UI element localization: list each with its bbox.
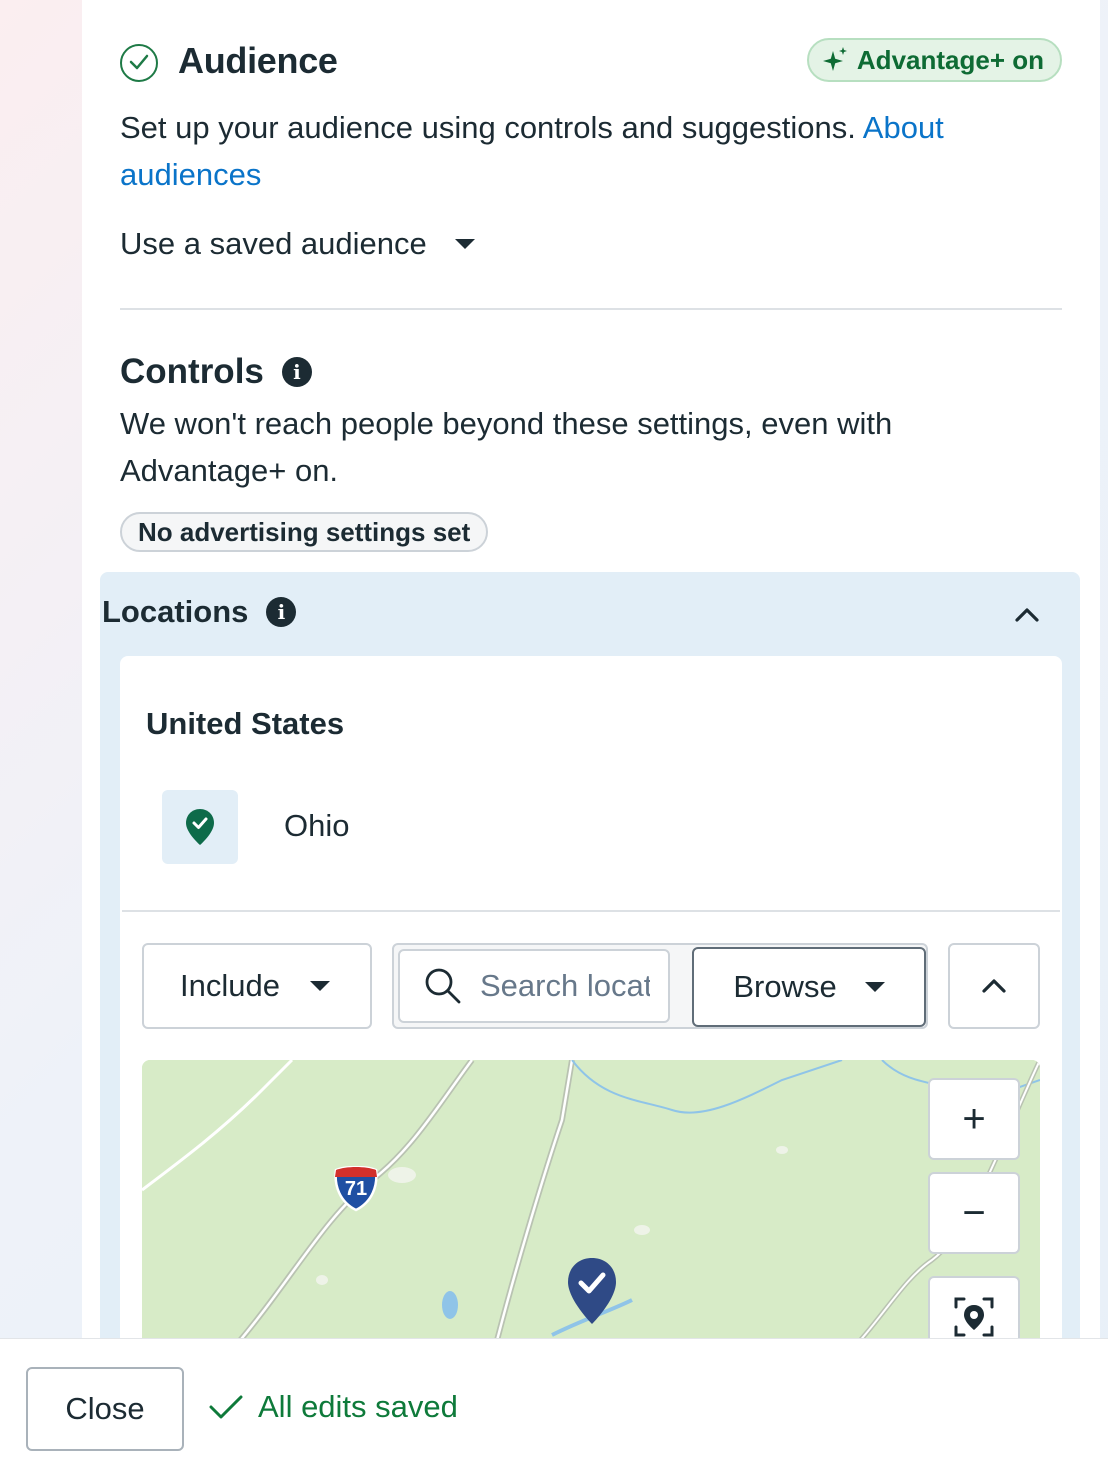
caret-down-icon	[864, 982, 885, 992]
location-search-group: Browse	[392, 943, 928, 1029]
chevron-up-icon	[982, 979, 1006, 993]
locations-heading[interactable]: Locations i	[102, 594, 297, 630]
location-search-field[interactable]	[398, 949, 670, 1023]
country-label: United States	[146, 706, 345, 741]
search-icon	[425, 968, 461, 1004]
card-divider	[122, 910, 1060, 912]
check-circle-icon	[120, 44, 158, 82]
collapse-map-button[interactable]	[948, 943, 1040, 1029]
info-icon[interactable]: i	[266, 597, 297, 627]
advantage-plus-label: Advantage+ on	[856, 44, 1044, 75]
zoom-in-button[interactable]: +	[928, 1078, 1020, 1160]
saved-audience-label: Use a saved audience	[120, 226, 427, 261]
save-status-label: All edits saved	[258, 1389, 458, 1424]
advantage-plus-badge[interactable]: Advantage+ on	[806, 38, 1062, 82]
include-dropdown[interactable]: Include	[142, 943, 372, 1029]
audience-panel: Audience Advantage+ on Set up your audie…	[82, 0, 1100, 1340]
checkmark-icon	[209, 1395, 243, 1419]
plus-icon: +	[962, 1097, 986, 1141]
selected-location-marker-icon[interactable]	[566, 1256, 618, 1326]
caret-down-icon	[309, 981, 330, 991]
include-label: Include	[180, 968, 280, 1003]
locations-title: Locations	[102, 594, 249, 629]
caret-down-icon	[454, 239, 475, 249]
no-advertising-settings-badge: No advertising settings set	[120, 512, 489, 552]
locate-icon	[954, 1297, 994, 1337]
controls-title: Controls	[120, 352, 264, 391]
location-pin-icon	[162, 790, 238, 864]
interstate-shield-number: 71	[344, 1178, 368, 1200]
interstate-shield-icon: 71	[332, 1165, 380, 1212]
audience-title: Audience	[178, 40, 338, 81]
region-item: Ohio	[284, 808, 350, 843]
controls-description: We won't reach people beyond these setti…	[120, 406, 893, 488]
minus-icon: −	[962, 1191, 986, 1235]
save-status: All edits saved	[208, 1389, 458, 1425]
close-button[interactable]: Close	[26, 1367, 184, 1451]
audience-description-text: Set up your audience using controls and …	[120, 110, 856, 145]
browse-label: Browse	[733, 969, 837, 1004]
section-divider	[120, 308, 1062, 310]
browse-dropdown[interactable]: Browse	[692, 947, 926, 1027]
search-input[interactable]	[480, 968, 650, 1004]
zoom-out-button[interactable]: −	[928, 1172, 1020, 1254]
sparkle-icon	[822, 47, 847, 71]
recenter-button[interactable]	[928, 1276, 1020, 1340]
chevron-up-icon[interactable]	[1014, 602, 1040, 628]
footer-bar: Close All edits saved	[0, 1338, 1108, 1476]
location-map[interactable]: 71 + −	[142, 1060, 1040, 1340]
saved-audience-dropdown[interactable]: Use a saved audience	[120, 226, 475, 262]
controls-heading: Controls i	[120, 352, 312, 392]
audience-description: Set up your audience using controls and …	[120, 104, 1040, 198]
info-icon[interactable]: i	[281, 357, 312, 387]
